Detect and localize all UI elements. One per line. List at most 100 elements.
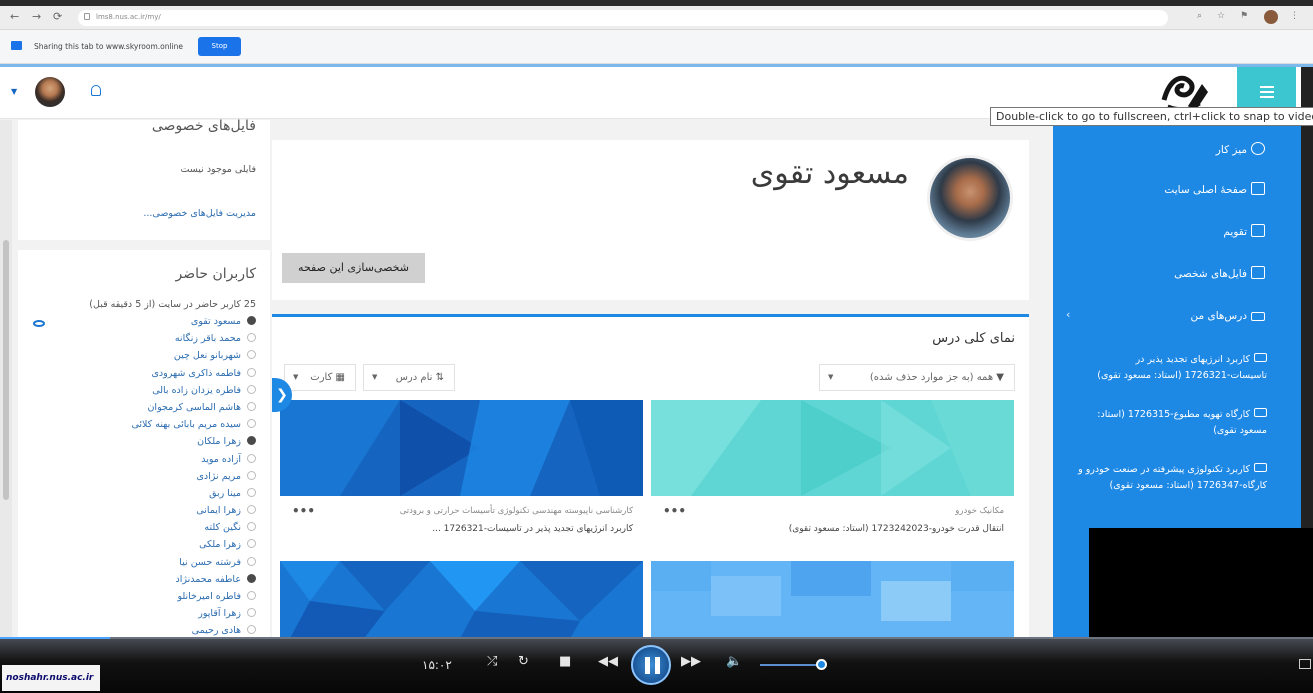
list-item[interactable]: مینا ربق: [26, 487, 256, 505]
user-status-icon: [247, 539, 256, 549]
repeat-icon[interactable]: ↻: [518, 654, 529, 669]
shuffle-icon[interactable]: ⤮: [487, 654, 497, 669]
list-item[interactable]: زهرا ملکان: [26, 436, 256, 453]
user-name-link[interactable]: مریم نژادی: [196, 471, 241, 482]
stop-sharing-button[interactable]: Stop: [198, 37, 241, 56]
reload-icon[interactable]: ⟳: [53, 10, 62, 23]
user-name-link[interactable]: زهرا آقاپور: [198, 608, 241, 619]
seek-bar[interactable]: [0, 637, 1313, 639]
user-name-link[interactable]: مینا ربق: [209, 488, 241, 499]
user-name-link[interactable]: فاطره یزدان زاده بالی: [152, 385, 241, 396]
browser-profile-avatar[interactable]: [1264, 10, 1278, 24]
list-item[interactable]: سیده مریم بابائی بهنه کلائی: [26, 419, 256, 436]
media-player-controls: ۱۵:۰۲ ⤮ ↻ ■ ◀◀ ▶▶ 🔈: [0, 637, 1313, 693]
filter-icon: ▼: [996, 372, 1004, 383]
list-item[interactable]: زهرا ملکی: [26, 539, 256, 556]
user-name-link[interactable]: زهرا ایمانی: [196, 505, 241, 516]
user-name-link[interactable]: سیده مریم بابائی بهنه کلائی: [131, 419, 241, 430]
nav-course-link[interactable]: کارگاه تهویه مطبوع-1726315 (استاد: مسعود…: [1072, 407, 1267, 439]
nav-item-my-courses[interactable]: درس‌های من: [1191, 310, 1265, 322]
volume-slider-knob[interactable]: [816, 659, 827, 670]
fast-forward-icon[interactable]: ▶▶: [681, 654, 701, 669]
user-name-link[interactable]: نگین کلته: [204, 522, 241, 533]
page-scrollbar[interactable]: [3, 240, 9, 500]
sort-dropdown[interactable]: ⇅ نام درس ▼: [363, 364, 455, 391]
user-status-icon: [247, 522, 256, 532]
user-name-link[interactable]: هاشم الماسی کرمجوان: [147, 402, 241, 413]
stop-icon[interactable]: ■: [559, 654, 571, 669]
user-name-link[interactable]: مسعود تقوی: [191, 316, 241, 327]
list-item[interactable]: زهرا آقاپور: [26, 608, 256, 625]
online-users-list: مسعود تقوی محمد باقر زنگانه شهربانو نعل چی…: [26, 316, 256, 660]
list-item[interactable]: نگین کلته: [26, 522, 256, 539]
extensions-icon[interactable]: ⚑: [1240, 11, 1248, 21]
fullscreen-icon[interactable]: [1299, 659, 1311, 669]
list-item[interactable]: فاطمه ذاکری شهرودی: [26, 367, 256, 385]
course-card[interactable]: کارشناسی ناپیوسته مهندسی تکنولوژی تأسیسا…: [280, 400, 643, 534]
player-tooltip: Double-click to go to fullscreen, ctrl+c…: [990, 107, 1313, 126]
user-status-icon: [247, 453, 256, 463]
list-item[interactable]: شهربانو نعل چین: [26, 350, 256, 367]
user-status-icon: [247, 573, 256, 583]
graduation-cap-icon: [1254, 408, 1267, 417]
volume-icon[interactable]: 🔈: [726, 654, 742, 669]
list-item[interactable]: آزاده موید: [26, 453, 256, 471]
volume-slider[interactable]: [760, 664, 822, 666]
user-name-link[interactable]: شهربانو نعل چین: [174, 350, 241, 361]
customise-page-button[interactable]: شخصی‌سازی این صفحه: [282, 253, 425, 283]
user-name-link[interactable]: زهرا ملکان: [197, 436, 241, 447]
nav-item-home[interactable]: صفحهٔ اصلی سایت: [1164, 182, 1265, 196]
rewind-icon[interactable]: ◀◀: [598, 654, 618, 669]
more-menu-icon[interactable]: ⋮: [1290, 11, 1299, 21]
user-name-link[interactable]: فاطره امیرخانلو: [177, 591, 241, 602]
forward-icon[interactable]: →: [32, 10, 41, 23]
list-item[interactable]: هاشم الماسی کرمجوان: [26, 401, 256, 419]
course-title-link[interactable]: انتقال قدرت خودرو-1723242023 (استاد: مسع…: [789, 524, 1004, 534]
course-actions-menu[interactable]: •••: [663, 504, 686, 518]
manage-private-files-link[interactable]: مدیریت فایل‌های خصوصی...: [143, 208, 256, 219]
dashboard-icon: [1251, 142, 1265, 155]
list-item[interactable]: عاطفه محمدنژاد: [26, 573, 256, 591]
chevron-left-icon[interactable]: ‹: [1066, 308, 1070, 321]
user-name-link[interactable]: فاطمه ذاکری شهرودی: [151, 368, 241, 379]
list-item[interactable]: فرشته حسن نیا: [26, 556, 256, 574]
list-item[interactable]: مریم نژادی: [26, 470, 256, 488]
course-title-link[interactable]: کاربرد انرژیهای تجدید پذیر در تاسیسات-17…: [432, 524, 633, 534]
user-name-link[interactable]: عاطفه محمدنژاد: [176, 574, 242, 585]
translate-icon[interactable]: ⌕: [1197, 11, 1202, 21]
pause-button[interactable]: [631, 645, 671, 685]
nav-item-dashboard[interactable]: میز کار: [1216, 142, 1265, 156]
user-name-link[interactable]: هادی رحیمی: [192, 625, 241, 636]
user-avatar[interactable]: [35, 77, 65, 107]
star-icon[interactable]: ☆: [1217, 11, 1225, 21]
user-name-link[interactable]: زهرا ملکی: [199, 539, 241, 550]
user-name-link[interactable]: آزاده موید: [201, 454, 241, 465]
course-actions-menu[interactable]: •••: [292, 504, 315, 518]
online-users-summary: 25 کاربر حاضر در سایت (از 5 دقیقه قبل): [89, 299, 256, 310]
list-item[interactable]: فاطره امیرخانلو: [26, 591, 256, 608]
user-name-link[interactable]: فرشته حسن نیا: [179, 557, 241, 568]
user-menu-caret-icon[interactable]: ▼: [11, 87, 17, 96]
user-name-link[interactable]: محمد باقر زنگانه: [175, 333, 241, 344]
bell-icon[interactable]: [91, 85, 101, 96]
course-card[interactable]: مکانیک خودرو انتقال قدرت خودرو-172324202…: [651, 400, 1014, 534]
list-item[interactable]: مسعود تقوی: [26, 316, 256, 333]
nav-item-private-files[interactable]: فایل‌های شخصی: [1174, 266, 1265, 280]
share-text: Sharing this tab to www.skyroom.online: [34, 42, 184, 51]
list-item[interactable]: زهرا ایمانی: [26, 505, 256, 522]
user-status-icon: [247, 436, 256, 446]
course-card-image: [651, 400, 1014, 496]
nav-course-link[interactable]: کاربرد انرژیهای تجدید پذیر در تاسیسات-17…: [1072, 352, 1267, 384]
address-bar[interactable]: lms8.nus.ac.ir/my/: [78, 10, 1168, 26]
eye-icon[interactable]: [33, 320, 45, 327]
list-item[interactable]: محمد باقر زنگانه: [26, 333, 256, 350]
list-item[interactable]: فاطره یزدان زاده بالی: [26, 384, 256, 402]
nav-course-link[interactable]: کاربرد تکنولوژی پیشرفته در صنعت خودرو و …: [1072, 462, 1267, 494]
nav-item-label: درس‌های من: [1190, 310, 1247, 322]
nav-item-calendar[interactable]: تقویم: [1223, 224, 1265, 238]
chevron-down-icon: ▼: [828, 373, 834, 381]
view-dropdown[interactable]: ▦ کارت ▼: [284, 364, 356, 391]
back-icon[interactable]: ←: [10, 10, 19, 23]
seek-bar-fill: [0, 637, 110, 639]
filter-dropdown[interactable]: ▼ همه (به جز موارد حذف شده) ▼: [819, 364, 1015, 391]
